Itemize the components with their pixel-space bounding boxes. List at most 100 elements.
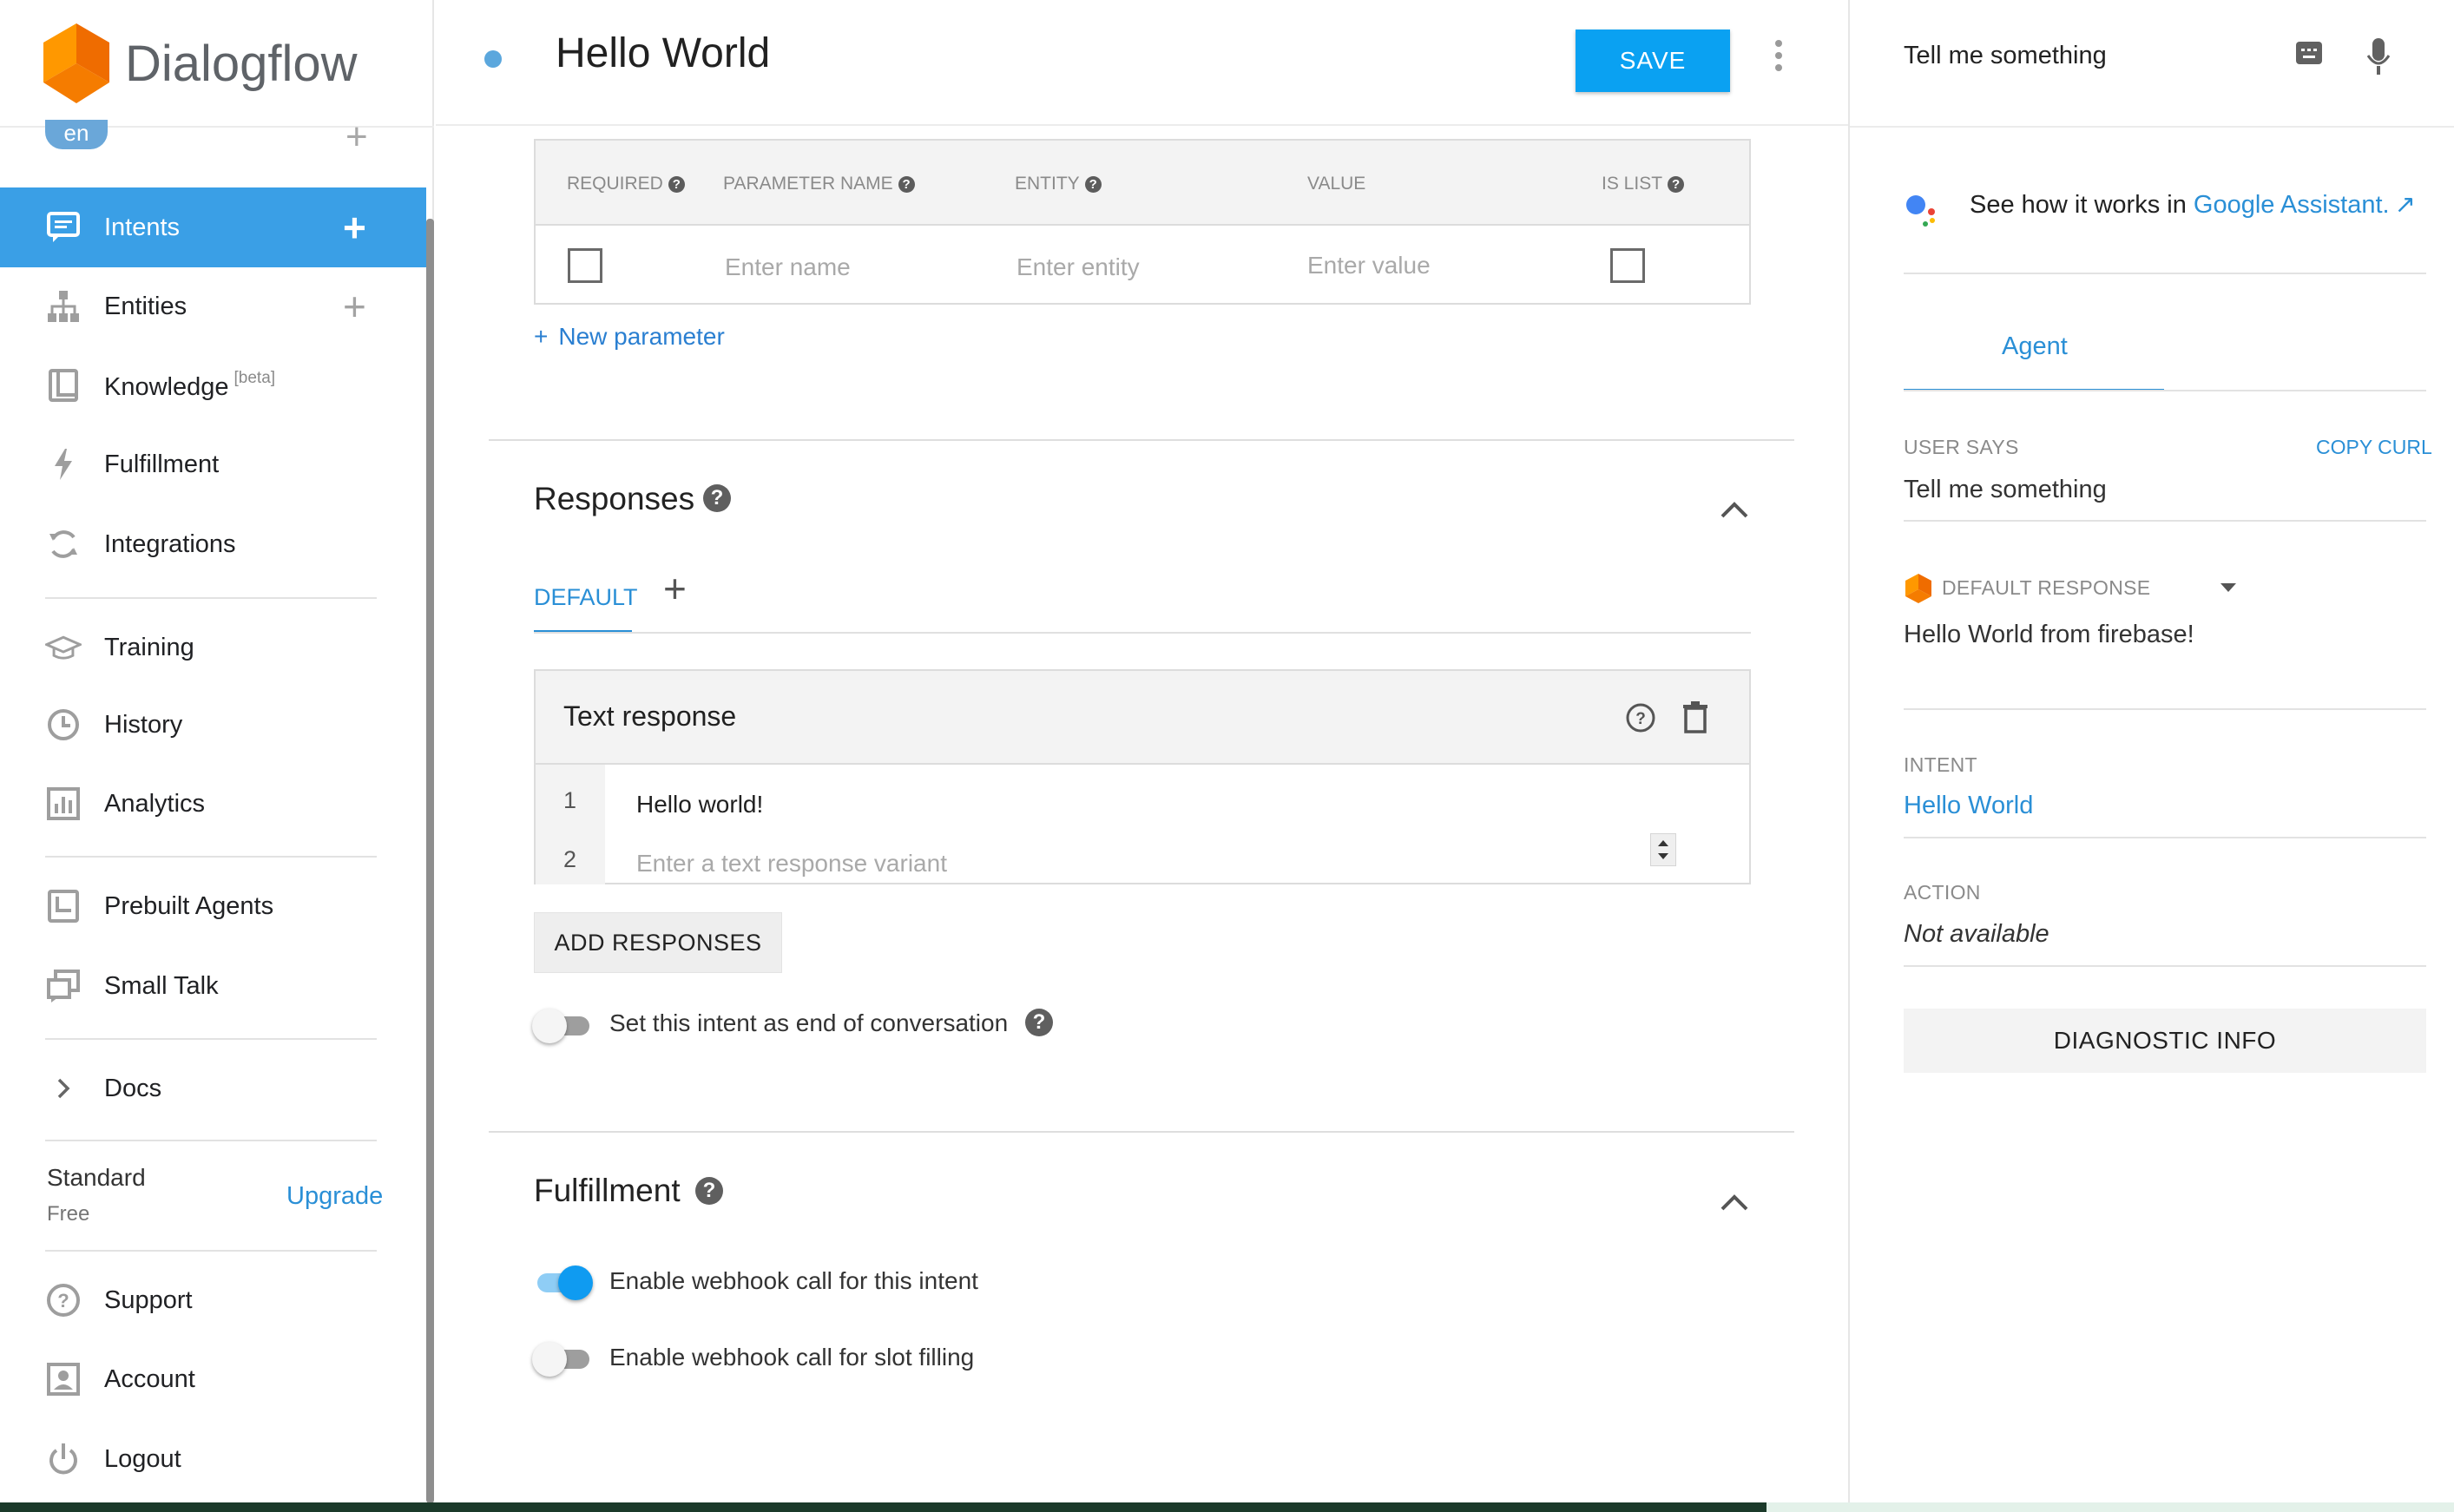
sidebar-item-analytics[interactable]: Analytics (0, 764, 426, 844)
sidebar-item-label: Analytics (104, 789, 206, 818)
unsaved-indicator (484, 50, 502, 68)
end-conversation-label: Set this intent as end of conversation (609, 1009, 1009, 1036)
sidebar-item-entities[interactable]: Entities + (0, 266, 426, 346)
external-link-icon[interactable]: ↗ (2395, 191, 2416, 219)
default-response-label: DEFAULT RESPONSE (1942, 576, 2151, 599)
collapse-responses-icon[interactable] (1719, 494, 1750, 525)
help-outline-icon[interactable]: ? (1625, 702, 1656, 733)
column-entity: ENTITY? (1015, 174, 1102, 194)
sidebar-item-intents[interactable]: Intents + (0, 187, 426, 267)
sidebar-item-docs[interactable]: Docs (0, 1049, 426, 1128)
try-it-input[interactable]: Tell me something (1904, 42, 2107, 70)
spinner-arrows-icon[interactable] (1650, 833, 1676, 866)
intent-title[interactable]: Hello World (556, 30, 770, 77)
sidebar-scrollbar[interactable] (426, 219, 434, 1503)
logo[interactable]: Dialogflow (43, 23, 358, 104)
line-number: 1 (563, 787, 577, 813)
is-list-checkbox[interactable] (1610, 248, 1645, 283)
intent-header: Hello World SAVE (436, 0, 1848, 126)
response-variant-input[interactable]: Enter a text response variant (636, 850, 947, 878)
new-parameter-label: New parameter (558, 323, 725, 350)
fulfillment-help-icon[interactable]: ? (695, 1177, 723, 1205)
sidebar-item-label: Small Talk (104, 971, 219, 1000)
tab-agent[interactable]: Agent (2002, 332, 2068, 361)
sidebar-item-label-knowledge: Knowledge [beta] (104, 369, 275, 402)
end-conversation-toggle[interactable] (532, 1008, 593, 1043)
upgrade-link[interactable]: Upgrade (286, 1182, 383, 1211)
help-icon[interactable]: ? (1668, 175, 1685, 193)
console-divider (1904, 390, 2426, 391)
add-intent-icon[interactable]: + (343, 207, 366, 247)
webhook-toggle[interactable] (532, 1265, 593, 1300)
tab-divider (534, 632, 1751, 634)
add-platform-icon[interactable]: + (663, 567, 687, 610)
chat-icon (45, 209, 82, 246)
sidebar-item-prebuilt-agents[interactable]: Prebuilt Agents (0, 866, 426, 946)
sitemap-icon (45, 288, 82, 325)
diagnostic-info-button[interactable]: DIAGNOSTIC INFO (1904, 1009, 2426, 1073)
add-responses-button[interactable]: ADD RESPONSES (534, 912, 782, 973)
google-assistant-link[interactable]: Google Assistant. (2194, 191, 2390, 219)
account-icon (45, 1361, 82, 1397)
console-divider (1904, 520, 2426, 522)
sync-icon (45, 526, 82, 562)
prebuilt-icon (45, 888, 82, 924)
value-input[interactable]: Enter value (1307, 252, 1431, 279)
dropdown-arrow-icon[interactable] (2220, 583, 2236, 592)
sidebar-item-support[interactable]: ? Support (0, 1260, 426, 1340)
intent-link[interactable]: Hello World (1904, 792, 2033, 820)
sidebar-divider (45, 1140, 377, 1141)
help-icon[interactable]: ? (668, 175, 685, 193)
console-divider (1904, 837, 2426, 838)
language-badge[interactable]: en (45, 120, 108, 149)
help-icon[interactable]: ? (898, 175, 915, 193)
microphone-icon[interactable] (2365, 36, 2391, 78)
user-says-value: Tell me something (1904, 476, 2107, 503)
console-divider (1904, 708, 2426, 710)
section-divider (489, 1131, 1794, 1133)
parameter-table: REQUIRED? PARAMETER NAME? ENTITY? VALUE … (534, 139, 1751, 305)
sidebar-item-training[interactable]: Training (0, 608, 426, 687)
entity-input[interactable]: Enter entity (1016, 253, 1140, 281)
beta-badge: [beta] (234, 369, 276, 387)
sidebar-item-label: Docs (104, 1074, 162, 1102)
action-value: Not available (1904, 920, 2049, 948)
sidebar-item-label: History (104, 710, 183, 739)
response-line-1[interactable]: Hello world! (636, 791, 763, 818)
sidebar-item-logout[interactable]: Logout (0, 1419, 426, 1499)
text-response-title: Text response (563, 700, 737, 732)
new-parameter-link[interactable]: + New parameter (534, 323, 725, 351)
small-talk-icon (45, 968, 82, 1004)
sidebar-divider (45, 1250, 377, 1252)
sidebar-item-knowledge[interactable]: Knowledge [beta] (0, 345, 426, 425)
bar-chart-icon (45, 786, 82, 822)
more-vert-icon[interactable] (1770, 40, 1787, 75)
text-response-header: Text response ? (536, 671, 1749, 765)
test-console: Tell me something See how it works in Go… (1848, 0, 2454, 1512)
slot-filling-label: Enable webhook call for slot filling (609, 1344, 975, 1371)
sidebar-item-fulfillment[interactable]: Fulfillment (0, 424, 426, 504)
responses-help-icon[interactable]: ? (703, 484, 731, 512)
sidebar-item-label: Logout (104, 1444, 181, 1473)
slot-filling-toggle[interactable] (532, 1341, 593, 1377)
parameter-name-input[interactable]: Enter name (725, 253, 851, 281)
collapse-fulfillment-icon[interactable] (1719, 1187, 1750, 1218)
keyboard-icon[interactable] (2296, 42, 2322, 64)
copy-curl-link[interactable]: COPY CURL (2316, 436, 2432, 459)
sidebar-item-history[interactable]: History (0, 685, 426, 765)
delete-icon[interactable] (1681, 700, 1709, 733)
sidebar-item-integrations[interactable]: Integrations (0, 504, 426, 584)
required-checkbox[interactable] (568, 248, 602, 283)
sidebar-item-account[interactable]: Account (0, 1339, 426, 1419)
column-label: PARAMETER NAME (723, 174, 893, 194)
column-required: REQUIRED? (567, 174, 685, 194)
add-entity-icon[interactable]: + (343, 286, 366, 326)
sidebar-item-small-talk[interactable]: Small Talk (0, 946, 426, 1026)
add-language-icon[interactable]: + (345, 118, 368, 156)
help-icon[interactable]: ? (1084, 175, 1102, 193)
tab-default[interactable]: DEFAULT (534, 584, 638, 611)
save-button[interactable]: SAVE (1576, 30, 1730, 92)
sidebar-divider (45, 1038, 377, 1040)
action-label: ACTION (1904, 881, 1981, 904)
end-conversation-help-icon[interactable]: ? (1025, 1009, 1053, 1036)
